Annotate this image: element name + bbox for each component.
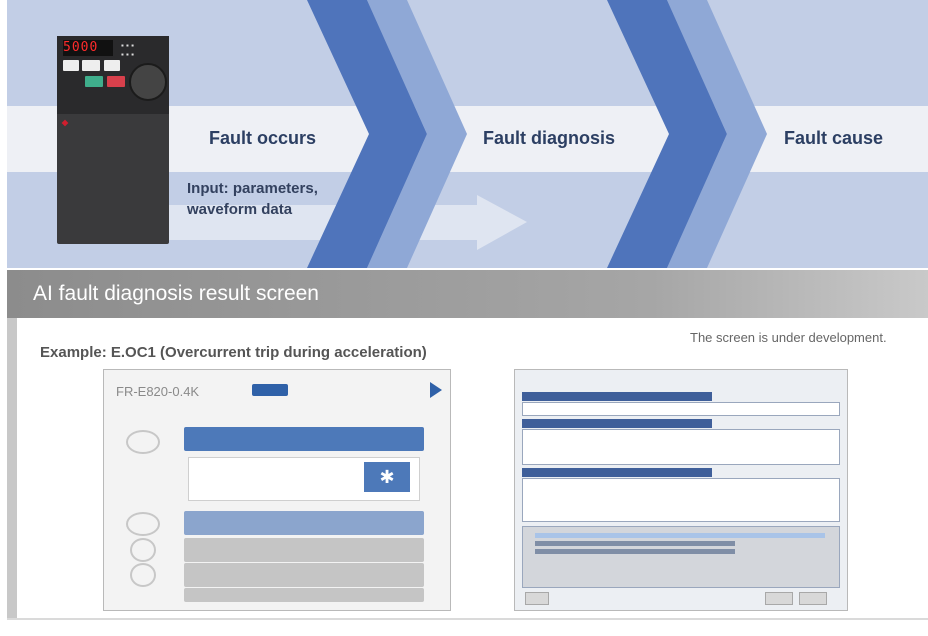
led-display: 5000	[63, 40, 113, 56]
step-fault-cause: Fault cause	[784, 128, 884, 148]
example-label: Example: E.OC1 (Overcurrent trip during …	[40, 344, 427, 361]
diagnosis-screen-thumbnail: FR-E820-0.4K ✱	[103, 369, 451, 611]
cause-box	[522, 402, 840, 416]
next-arrow-icon	[430, 382, 442, 398]
left-accent-rule	[7, 318, 17, 618]
cause-row-inactive	[184, 538, 424, 562]
mode-key	[82, 60, 100, 71]
cause-row-inactive	[184, 563, 424, 587]
operation-panel: 5000 ▪ ▪ ▪ ▪ ▪ ▪	[57, 36, 169, 114]
section-title: AI fault diagnosis result screen	[33, 282, 319, 305]
table-row	[535, 541, 735, 546]
brand-logo-icon	[61, 119, 93, 127]
cause-row-secondary	[184, 511, 424, 535]
stop-reset-key	[107, 76, 125, 87]
step-fault-diagnosis: Fault diagnosis	[483, 128, 616, 148]
screen2-button	[765, 592, 793, 605]
input-line-2: waveform data	[187, 201, 293, 218]
status-leds: ▪ ▪ ▪ ▪ ▪ ▪	[121, 41, 134, 59]
table-row	[535, 533, 825, 538]
details-box	[522, 429, 840, 465]
step-circle-icon	[130, 538, 156, 562]
input-line-1: Input: parameters,	[187, 180, 318, 197]
section-header-bar: AI fault diagnosis result screen	[7, 270, 928, 318]
step-fault-occurs: Fault occurs	[209, 128, 317, 148]
action-box	[522, 478, 840, 522]
pu-ext-key	[63, 60, 79, 71]
screen2-button	[799, 592, 827, 605]
gear-icon: ✱	[364, 462, 410, 492]
setting-dial-icon	[129, 63, 167, 101]
cause-row-inactive	[184, 588, 424, 602]
set-key	[104, 60, 120, 71]
cause-row-primary	[184, 427, 424, 451]
inverter-device-image: 5000 ▪ ▪ ▪ ▪ ▪ ▪	[57, 36, 169, 244]
detail-screen-thumbnail	[514, 369, 848, 611]
bottom-divider	[7, 618, 928, 620]
run-key	[85, 76, 103, 87]
model-name: FR-E820-0.4K	[116, 384, 200, 399]
cause-header-bar	[522, 392, 712, 401]
details-header-bar	[522, 419, 712, 428]
step-circle-icon	[126, 512, 160, 536]
screen2-button	[525, 592, 549, 605]
table-row	[535, 549, 735, 554]
input-description: Input: parameters, waveform data	[187, 178, 318, 220]
step-circle-icon	[130, 563, 156, 587]
waveform-table	[522, 526, 840, 588]
step-circle-icon	[126, 430, 160, 454]
action-header-bar	[522, 468, 712, 477]
development-note: The screen is under development.	[690, 330, 887, 345]
screen1-header-pill	[252, 384, 288, 396]
